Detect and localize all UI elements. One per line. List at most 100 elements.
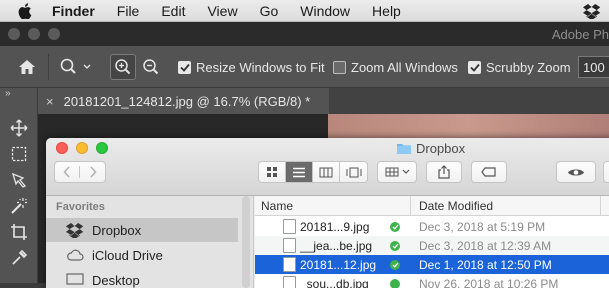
finder-close-button[interactable] [56,142,68,154]
resize-windows-checkbox[interactable]: Resize Windows to Fit [178,46,325,88]
view-mode-segmented [258,161,368,183]
finder-window-title: Dropbox [396,141,465,156]
sidebar-item-dropbox[interactable]: Dropbox [46,218,238,242]
file-row[interactable]: _sou...db.jpg Nov 26, 2018 at 10:26 PM [255,274,609,288]
macos-menu-bar: Finder File Edit View Go Window Help [0,0,609,22]
sidebar-item-label: Desktop [92,273,140,288]
zoom-all-windows-checkbox[interactable]: Zoom All Windows [333,46,458,88]
home-icon [18,59,36,75]
checkbox-checked [468,61,481,74]
toolbar-overflow-button[interactable] [603,161,609,183]
image-file-icon [283,276,296,288]
forward-button[interactable] [80,166,105,178]
home-button[interactable] [18,46,36,88]
image-file-icon [283,219,296,234]
zoom-out-button[interactable] [142,46,160,88]
photoshop-app-title: Adobe Ph [552,27,609,42]
column-divider [410,196,411,216]
grid-icon [266,166,278,178]
tag-icon [481,167,497,177]
folder-icon [396,142,412,155]
dropbox-status-icon[interactable] [583,3,601,22]
finder-title-text: Dropbox [416,141,465,156]
zoom-in-icon [114,58,132,76]
file-row[interactable]: 20181...9.jpg Dec 3, 2018 at 5:19 PM [255,217,609,236]
zoom-in-button[interactable] [110,54,136,80]
image-file-icon [283,238,296,253]
eyedropper-tool-icon[interactable] [9,248,29,268]
file-name: 20181...12.jpg [300,258,376,272]
menu-file[interactable]: File [117,3,140,19]
ps-close-button[interactable] [8,28,20,40]
photoshop-title-bar: Adobe Ph [0,22,609,46]
column-header-date-modified[interactable]: Date Modified [419,199,493,213]
share-button[interactable] [426,161,462,183]
column-view-button[interactable] [313,162,340,182]
menu-go[interactable]: Go [260,3,279,19]
menu-app-name[interactable]: Finder [52,3,95,19]
resize-windows-label: Resize Windows to Fit [196,60,325,75]
gallery-view-button[interactable] [340,162,367,182]
file-date-modified: Dec 3, 2018 at 12:39 AM [419,239,551,253]
edit-tags-button[interactable] [471,161,507,183]
zoom-value-field[interactable] [578,56,609,78]
document-image [328,114,609,140]
zoom-tool-preset-picker[interactable] [60,46,92,88]
menu-help[interactable]: Help [372,3,401,19]
file-list: Name Date Modified 20181...9.jpg Dec 3, … [255,196,609,288]
scrubby-zoom-label: Scrubby Zoom [486,60,571,75]
file-name: _sou...db.jpg [300,277,369,288]
finder-zoom-button[interactable] [96,142,108,154]
sidebar-item-desktop[interactable]: Desktop [46,268,238,288]
zoom-tool-icon [60,58,82,76]
document-tab-bar: × 20181201_124812.jpg @ 16.7% (RGB/8) * [38,88,609,114]
quick-look-button[interactable] [556,161,596,183]
file-row[interactable]: __jea...be.jpg Dec 3, 2018 at 12:39 AM [255,236,609,255]
back-button[interactable] [55,166,80,178]
sidebar-item-label: Dropbox [92,223,141,238]
move-tool-icon[interactable] [9,118,29,138]
sync-status-icon [390,222,400,232]
divider [48,54,49,80]
sync-status-icon [390,260,400,270]
group-icon [385,167,399,177]
menu-view[interactable]: View [207,3,237,19]
sidebar-scrollbar[interactable] [242,196,250,288]
document-tab[interactable]: × 20181201_124812.jpg @ 16.7% (RGB/8) * [38,88,329,114]
sidebar-item-icloud-drive[interactable]: iCloud Drive [46,243,238,267]
close-tab-button[interactable]: × [46,94,54,109]
lasso-tool-icon[interactable] [9,170,29,190]
apple-menu-icon[interactable] [18,3,32,19]
list-view-button[interactable] [286,162,313,182]
sidebar-heading-favorites: Favorites [56,201,105,213]
ps-zoom-button[interactable] [48,28,60,40]
checkbox-unchecked [333,61,346,74]
file-row-selected[interactable]: 20181...12.jpg Dec 1, 2018 at 12:50 PM [255,255,609,274]
file-date-modified: Dec 1, 2018 at 12:50 PM [419,258,552,272]
tools-panel: » [0,88,38,283]
zoom-all-windows-label: Zoom All Windows [351,60,458,75]
gallery-icon [346,167,362,178]
menu-edit[interactable]: Edit [161,3,185,19]
marquee-tool-icon[interactable] [9,144,29,164]
menu-window[interactable]: Window [300,3,350,19]
column-header-name[interactable]: Name [261,199,293,213]
panel-collapse-toggle[interactable]: » [5,88,11,99]
chevron-right-icon [89,166,97,178]
list-icon [292,167,306,178]
magic-wand-tool-icon[interactable] [9,196,29,216]
file-name: __jea...be.jpg [300,239,372,253]
crop-tool-icon[interactable] [9,222,29,242]
group-by-button[interactable] [377,161,417,183]
cloud-icon [66,249,84,261]
icon-view-button[interactable] [259,162,286,182]
file-name: 20181...9.jpg [300,220,369,234]
columns-icon [319,167,333,178]
desktop-icon [66,273,84,287]
checkbox-checked [178,61,191,74]
document-tab-title: 20181201_124812.jpg @ 16.7% (RGB/8) * [64,94,311,109]
tool-options-bar: Resize Windows to Fit Zoom All Windows S… [0,46,609,88]
ps-minimize-button[interactable] [28,28,40,40]
finder-minimize-button[interactable] [76,142,88,154]
scrubby-zoom-checkbox[interactable]: Scrubby Zoom [468,46,571,88]
